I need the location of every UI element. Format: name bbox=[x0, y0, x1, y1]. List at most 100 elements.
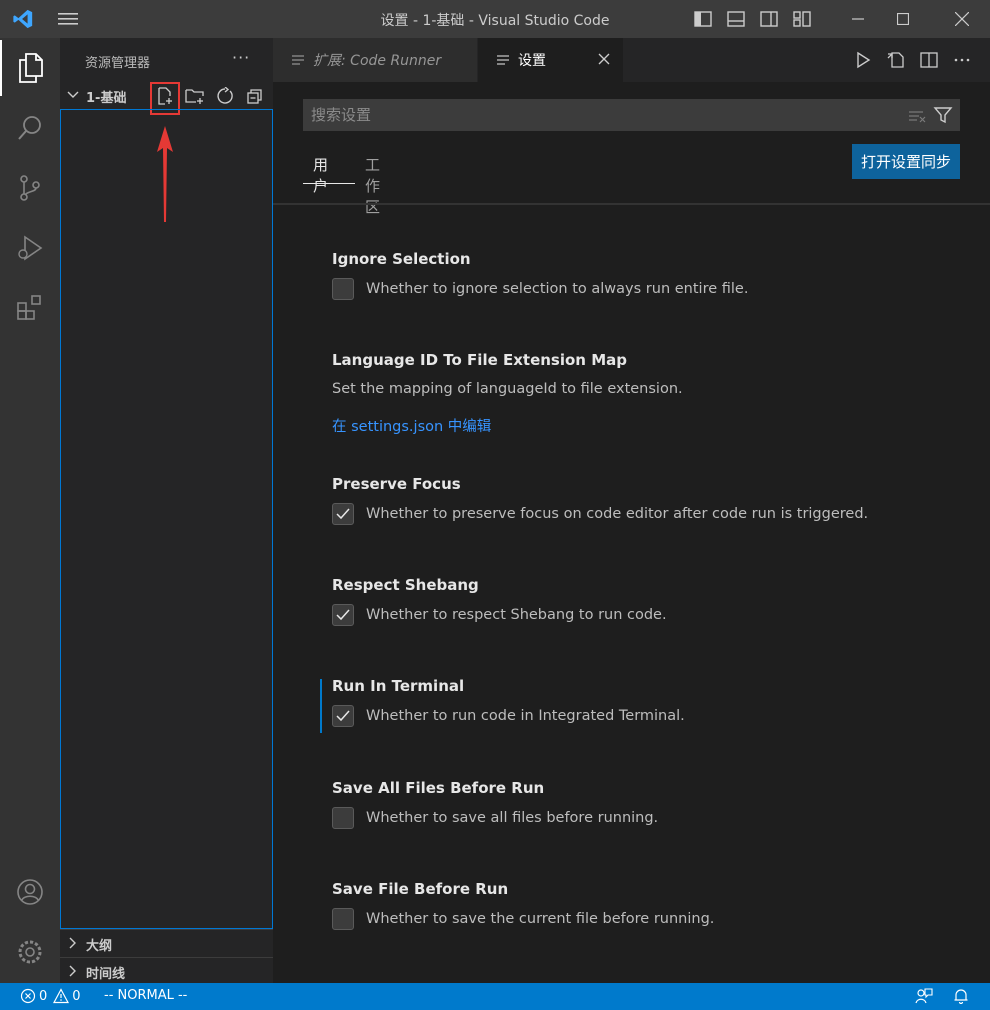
new-folder-button[interactable] bbox=[185, 86, 205, 106]
warning-icon bbox=[53, 988, 70, 1004]
source-control-icon bbox=[20, 175, 40, 201]
manage-activity[interactable] bbox=[0, 924, 60, 980]
explorer-title: 资源管理器 bbox=[85, 56, 151, 71]
setting-respect-shebang: Respect Shebang Whether to respect Sheba… bbox=[332, 576, 952, 636]
close-icon bbox=[955, 12, 969, 26]
close-tab-icon[interactable] bbox=[597, 52, 611, 66]
refresh-icon bbox=[217, 87, 233, 104]
preserve-focus-checkbox[interactable] bbox=[332, 503, 354, 525]
settings-editor: 用户 工作区 打开设置同步 Ignore Selection Whether t… bbox=[273, 82, 990, 983]
collapse-folders-button[interactable] bbox=[245, 86, 265, 106]
minimize-button[interactable] bbox=[836, 0, 880, 38]
warning-count: 0 bbox=[72, 988, 81, 1004]
check-icon bbox=[336, 508, 350, 520]
explorer-header: 资源管理器 ··· bbox=[60, 38, 273, 82]
respect-shebang-checkbox[interactable] bbox=[332, 604, 354, 626]
tab-code-runner-extension[interactable]: 扩展: Code Runner bbox=[273, 38, 478, 82]
source-control-activity[interactable] bbox=[0, 160, 60, 216]
error-count: 0 bbox=[39, 988, 48, 1004]
check-icon bbox=[336, 609, 350, 621]
open-settings-json-icon[interactable] bbox=[886, 50, 906, 70]
vscode-logo-icon bbox=[13, 9, 33, 29]
bell-icon bbox=[954, 989, 968, 1004]
toggle-panel-icon[interactable] bbox=[726, 9, 746, 29]
setting-description: Whether to run code in Integrated Termin… bbox=[366, 708, 685, 724]
status-bar: 0 0 -- NORMAL -- bbox=[0, 983, 990, 1010]
setting-description: Set the mapping of languageId to file ex… bbox=[332, 381, 683, 397]
focused-setting-indicator bbox=[320, 679, 322, 733]
setting-run-in-terminal: Run In Terminal Whether to run code in I… bbox=[332, 677, 952, 737]
tab-settings[interactable]: 设置 bbox=[478, 38, 623, 82]
feedback-icon bbox=[915, 988, 933, 1004]
settings-file-icon bbox=[497, 55, 509, 65]
setting-title: Ignore Selection bbox=[332, 250, 471, 268]
setting-description: Whether to save the current file before … bbox=[366, 911, 715, 927]
menu-icon[interactable] bbox=[58, 11, 78, 27]
run-in-terminal-checkbox[interactable] bbox=[332, 705, 354, 727]
chevron-right-icon bbox=[69, 965, 76, 977]
title-bar: 设置 - 1-基础 - Visual Studio Code bbox=[0, 0, 990, 38]
folder-name: 1-基础 bbox=[86, 91, 127, 106]
close-window-button[interactable] bbox=[940, 0, 984, 38]
filter-icon[interactable] bbox=[933, 105, 953, 125]
setting-description: Whether to respect Shebang to run code. bbox=[366, 607, 667, 623]
setting-description: Whether to save all files before running… bbox=[366, 810, 659, 826]
setting-title: Save File Before Run bbox=[332, 880, 509, 898]
new-folder-icon bbox=[185, 89, 204, 104]
outline-label: 大纲 bbox=[86, 939, 113, 954]
explorer-activity[interactable] bbox=[0, 40, 60, 96]
customize-layout-icon[interactable] bbox=[792, 9, 812, 29]
run-debug-activity[interactable] bbox=[0, 220, 60, 276]
problems-status[interactable]: 0 0 bbox=[20, 988, 81, 1004]
notifications-button[interactable] bbox=[953, 988, 969, 1004]
ignore-selection-checkbox[interactable] bbox=[332, 278, 354, 300]
maximize-button[interactable] bbox=[881, 0, 925, 38]
setting-ignore-selection: Ignore Selection Whether to ignore selec… bbox=[332, 250, 952, 310]
save-file-checkbox[interactable] bbox=[332, 908, 354, 930]
setting-title: Language ID To File Extension Map bbox=[332, 351, 627, 369]
tab-user[interactable]: 用户 bbox=[313, 154, 328, 196]
outline-section[interactable]: 大纲 bbox=[60, 929, 273, 955]
edit-in-settings-json-link[interactable]: 在 settings.json 中编辑 bbox=[332, 415, 491, 436]
setting-description: Whether to ignore selection to always ru… bbox=[366, 281, 749, 297]
maximize-icon bbox=[897, 13, 909, 25]
feedback-button[interactable] bbox=[915, 988, 933, 1004]
search-activity[interactable] bbox=[0, 100, 60, 156]
extensions-activity[interactable] bbox=[0, 280, 60, 336]
preview-icon bbox=[292, 55, 304, 65]
refresh-explorer-button[interactable] bbox=[215, 86, 235, 106]
run-debug-icon bbox=[18, 235, 43, 261]
vim-mode-status[interactable]: -- NORMAL -- bbox=[104, 988, 187, 1003]
active-tab-underline bbox=[303, 183, 355, 184]
setting-save-all-files: Save All Files Before Run Whether to sav… bbox=[332, 779, 952, 839]
minimize-icon bbox=[852, 18, 864, 20]
tab-label: 扩展: Code Runner bbox=[313, 53, 442, 69]
file-tree[interactable] bbox=[60, 109, 273, 929]
setting-title: Save All Files Before Run bbox=[332, 779, 545, 797]
more-actions-icon[interactable] bbox=[952, 50, 972, 70]
explorer-sidebar: 资源管理器 ··· 1-基础 大纲 时间线 bbox=[60, 38, 273, 983]
header-divider bbox=[273, 203, 990, 205]
vim-mode-label: -- NORMAL -- bbox=[104, 988, 188, 1003]
extensions-icon bbox=[17, 295, 41, 320]
setting-preserve-focus: Preserve Focus Whether to preserve focus… bbox=[332, 475, 952, 535]
check-icon bbox=[336, 710, 350, 722]
more-actions-button[interactable]: ··· bbox=[232, 48, 250, 67]
save-all-files-checkbox[interactable] bbox=[332, 807, 354, 829]
editor-tabs: 扩展: Code Runner 设置 bbox=[273, 38, 990, 82]
run-code-icon[interactable] bbox=[853, 50, 873, 70]
toggle-secondary-sidebar-icon[interactable] bbox=[759, 9, 779, 29]
account-icon bbox=[17, 879, 43, 905]
accounts-activity[interactable] bbox=[0, 864, 60, 920]
settings-search-input[interactable] bbox=[303, 99, 893, 131]
tab-workspace[interactable]: 工作区 bbox=[365, 154, 380, 217]
clear-filter-icon[interactable] bbox=[907, 105, 927, 125]
timeline-section[interactable]: 时间线 bbox=[60, 957, 273, 983]
tab-label: 设置 bbox=[518, 53, 546, 69]
split-editor-icon[interactable] bbox=[919, 50, 939, 70]
setting-title: Respect Shebang bbox=[332, 576, 479, 594]
toggle-primary-sidebar-icon[interactable] bbox=[693, 9, 713, 29]
turn-on-settings-sync-button[interactable]: 打开设置同步 bbox=[852, 144, 960, 179]
setting-save-file: Save File Before Run Whether to save the… bbox=[332, 880, 952, 940]
collapse-all-icon bbox=[247, 89, 262, 104]
